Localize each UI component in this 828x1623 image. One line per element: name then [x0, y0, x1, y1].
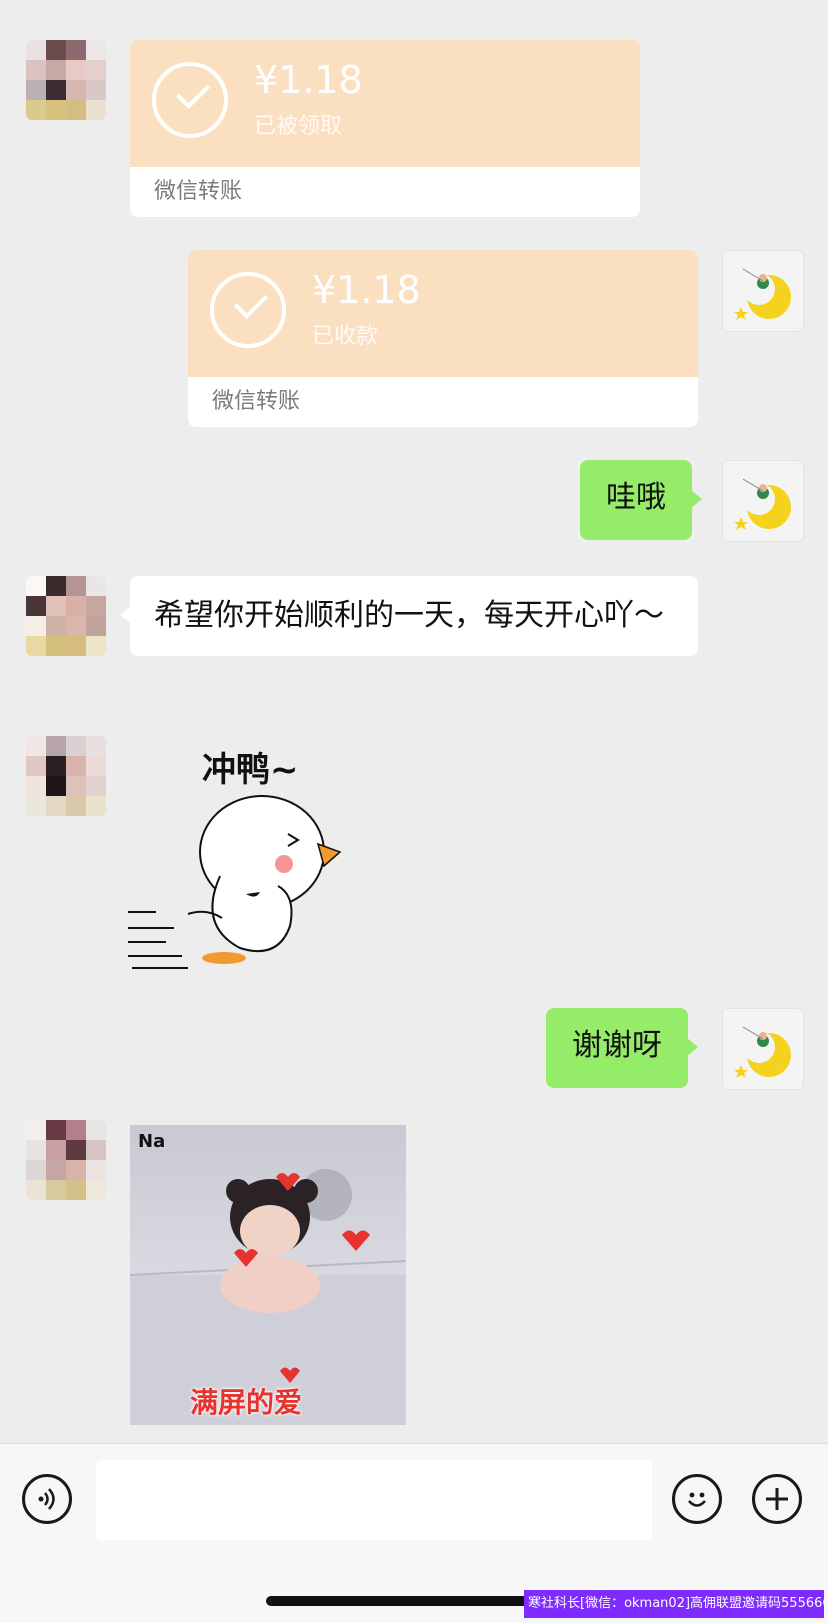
voice-button[interactable]: [22, 1474, 72, 1524]
transfer-amount: ¥1.18: [312, 268, 421, 312]
message-bubble-sent[interactable]: 谢谢呀: [546, 1008, 698, 1088]
message-text: 希望你开始顺利的一天，每天开心吖～: [154, 598, 664, 633]
duck-sticker[interactable]: 冲鸭~: [128, 736, 348, 972]
transfer-amount: ¥1.18: [254, 58, 363, 102]
more-button[interactable]: [752, 1474, 802, 1524]
self-avatar[interactable]: [722, 1008, 804, 1090]
photo-sticker[interactable]: Na 满屏的爱: [130, 1125, 406, 1425]
smiley-icon: [688, 1492, 706, 1507]
voice-icon: [38, 1488, 55, 1510]
message-text: 谢谢呀: [572, 1028, 662, 1063]
message-text: 哇哦: [606, 480, 666, 515]
duck-icon: [128, 795, 342, 969]
transfer-card-received[interactable]: ¥1.18 已被领取 微信转账: [130, 40, 640, 217]
moon-girl-icon: [734, 478, 791, 530]
self-avatar[interactable]: [722, 460, 804, 542]
emoji-button[interactable]: [672, 1474, 722, 1524]
self-avatar[interactable]: [722, 250, 804, 332]
check-icon: [210, 272, 286, 348]
home-indicator[interactable]: [266, 1596, 556, 1606]
message-input[interactable]: [96, 1460, 652, 1540]
check-icon: [152, 62, 228, 138]
child-photo-icon: [130, 1169, 406, 1425]
message-bubble-received[interactable]: 希望你开始顺利的一天，每天开心吖～: [120, 576, 698, 656]
transfer-footer: 微信转账: [212, 389, 301, 414]
message-bubble-sent[interactable]: 哇哦: [580, 460, 702, 540]
contact-avatar[interactable]: [26, 1120, 106, 1200]
watermark-banner: 寒社科长[微信：okman02]高佣联盟邀请码555666: [524, 1590, 824, 1618]
plus-icon: [766, 1488, 788, 1510]
transfer-footer: 微信转账: [154, 179, 243, 204]
moon-girl-icon: [734, 268, 791, 320]
moon-girl-icon: [734, 1026, 791, 1078]
photo-caption: 满屏的爱: [190, 1386, 303, 1419]
transfer-status: 已收款: [312, 324, 379, 349]
transfer-status: 已被领取: [254, 114, 343, 139]
transfer-card-sent[interactable]: ¥1.18 已收款 微信转账: [188, 250, 698, 427]
contact-avatar[interactable]: [26, 40, 106, 120]
contact-avatar[interactable]: [26, 576, 106, 656]
contact-avatar[interactable]: [26, 736, 106, 816]
